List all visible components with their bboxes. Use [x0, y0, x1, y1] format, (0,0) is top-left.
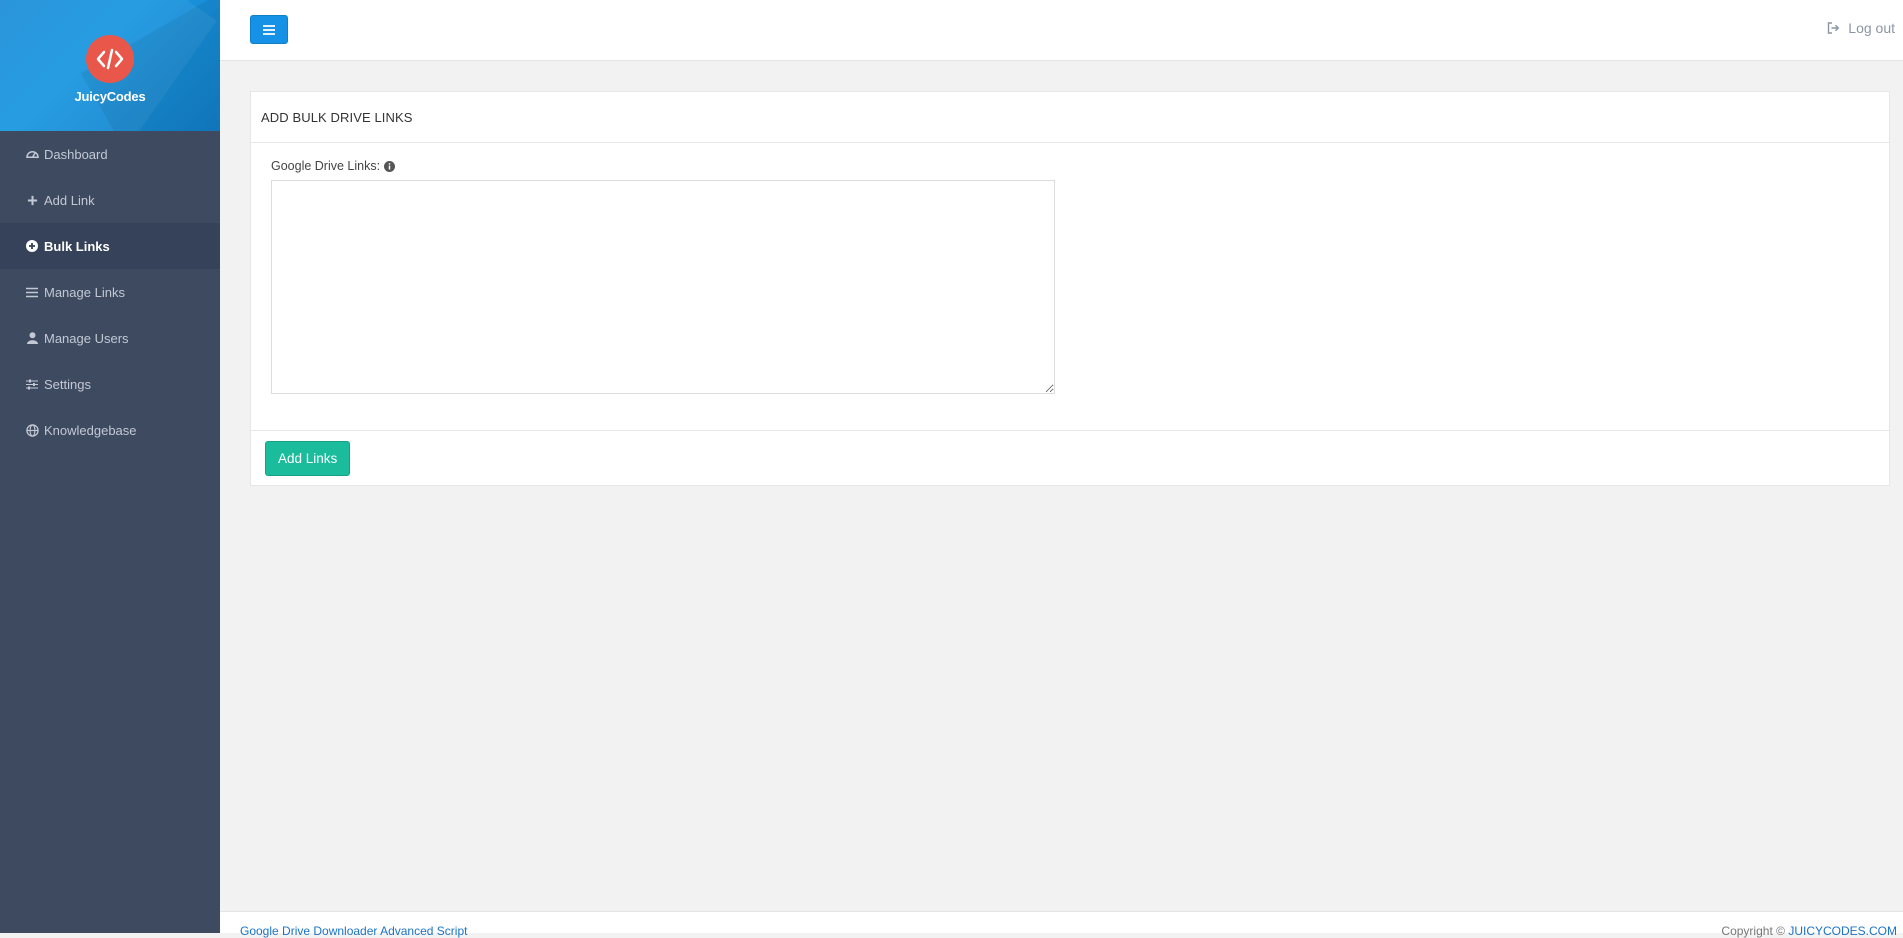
top-bar: Log out	[220, 0, 1903, 61]
page-footer: Google Drive Downloader Advanced Script …	[220, 911, 1903, 938]
bulk-links-panel: ADD BULK DRIVE LINKS Google Drive Links:…	[250, 91, 1890, 486]
sidebar-item-label: Add Link	[44, 192, 95, 208]
drive-links-textarea[interactable]	[271, 180, 1055, 394]
footer-copyright: Copyright © JUICYCODES.COM	[1721, 924, 1897, 938]
panel-footer: Add Links	[251, 431, 1889, 486]
copyright-prefix: Copyright ©	[1721, 924, 1785, 938]
add-links-button[interactable]: Add Links	[265, 441, 351, 476]
sidebar-item-manage-users[interactable]: Manage Users	[0, 315, 220, 361]
info-icon[interactable]	[384, 160, 396, 172]
sidebar-item-add-link[interactable]: Add Link	[0, 177, 220, 223]
sidebar-item-bulk-links[interactable]: Bulk Links	[0, 223, 220, 269]
sidebar-item-label: Settings	[44, 376, 91, 392]
logout-label: Log out	[1848, 20, 1895, 36]
sidebar-item-dashboard[interactable]: Dashboard	[0, 131, 220, 177]
panel-title: ADD BULK DRIVE LINKS	[251, 92, 1889, 143]
sidebar-item-knowledgebase[interactable]: Knowledgebase	[0, 407, 220, 453]
globe-icon	[25, 423, 39, 437]
sidebar-item-label: Manage Links	[44, 284, 125, 300]
drive-links-label-text: Google Drive Links:	[271, 159, 381, 173]
sidebar-item-label: Manage Users	[44, 330, 129, 346]
code-brackets-icon	[96, 48, 124, 70]
drive-links-label: Google Drive Links:	[271, 158, 1869, 174]
logout-link[interactable]: Log out	[1827, 20, 1895, 36]
brand-logo[interactable]	[86, 35, 134, 83]
sidebar-nav: Dashboard Add Link Bulk Links Manage Lin…	[0, 131, 220, 453]
copyright-link[interactable]: JUICYCODES.COM	[1788, 924, 1897, 938]
sign-out-icon	[1827, 22, 1840, 34]
sidebar-item-label: Dashboard	[44, 146, 108, 162]
brand-name: JuicyCodes	[74, 89, 146, 104]
sidebar-toggle-button[interactable]	[250, 15, 288, 44]
brand-header: JuicyCodes	[0, 0, 220, 131]
plus-icon	[25, 193, 39, 207]
panel-body: Google Drive Links:	[251, 143, 1889, 431]
list-icon	[25, 285, 39, 299]
footer-product-name[interactable]: Google Drive Downloader Advanced Script	[240, 924, 467, 938]
sliders-icon	[25, 377, 39, 391]
sidebar-item-label: Bulk Links	[44, 238, 110, 254]
sidebar-item-label: Knowledgebase	[44, 422, 137, 438]
dashboard-icon	[25, 147, 39, 161]
sidebar-item-manage-links[interactable]: Manage Links	[0, 269, 220, 315]
sidebar: JuicyCodes Dashboard Add Link Bulk Links…	[0, 0, 220, 933]
hamburger-icon	[263, 24, 275, 35]
sidebar-item-settings[interactable]: Settings	[0, 361, 220, 407]
user-icon	[25, 331, 39, 345]
plus-circle-icon	[25, 239, 39, 253]
